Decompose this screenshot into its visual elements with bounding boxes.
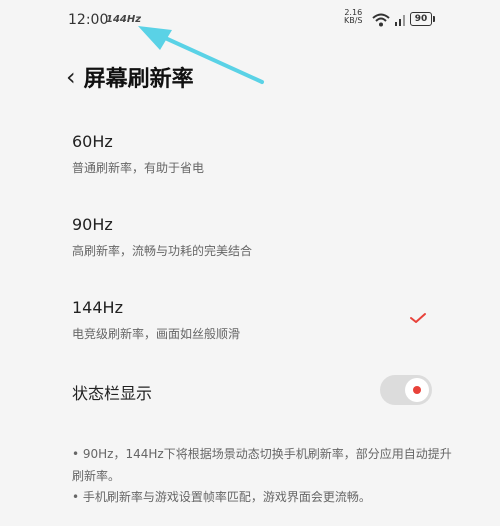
status-bar-display-label: 状态栏显示: [72, 384, 153, 403]
option-description: 普通刷新率，有助于省电: [72, 161, 205, 175]
checkmark-icon: [409, 310, 427, 329]
option-90hz[interactable]: 90Hz 高刷新率，流畅与功耗的完美结合: [72, 215, 432, 259]
battery-icon: 90: [410, 12, 435, 26]
option-60hz[interactable]: 60Hz 普通刷新率，有助于省电: [72, 132, 432, 176]
back-icon[interactable]: ‹: [66, 65, 76, 89]
note-game-framerate: • 手机刷新率与游戏设置帧率匹配，游戏界面会更流畅。: [72, 490, 371, 504]
network-speed-unit: KB/S: [344, 16, 363, 25]
wifi-icon: [372, 12, 390, 31]
network-speed: 2.16 KB/S: [344, 9, 363, 25]
note-dynamic-switch: • 90Hz，144Hz下将根据场景动态切换手机刷新率，部分应用自动提升刷新率。: [72, 447, 452, 483]
page-title: 屏幕刷新率: [83, 67, 194, 92]
signal-icon: [394, 12, 408, 31]
toggle-dot-icon: [413, 386, 421, 394]
status-time: 12:00: [68, 12, 109, 28]
toggle-knob: [405, 378, 429, 402]
option-title: 144Hz: [72, 298, 123, 317]
page-header: ‹ 屏幕刷新率: [66, 62, 194, 92]
option-title: 90Hz: [72, 215, 113, 234]
option-description: 电竞级刷新率，画面如丝般顺滑: [72, 327, 241, 341]
option-title: 60Hz: [72, 132, 113, 151]
option-144hz[interactable]: 144Hz 电竞级刷新率，画面如丝般顺滑: [72, 298, 432, 342]
status-bar-display-toggle[interactable]: [380, 375, 432, 405]
status-bar: 12:00 144Hz 2.16 KB/S 90: [0, 0, 500, 40]
refresh-rate-badge: 144Hz: [106, 14, 142, 25]
option-description: 高刷新率，流畅与功耗的完美结合: [72, 244, 253, 258]
